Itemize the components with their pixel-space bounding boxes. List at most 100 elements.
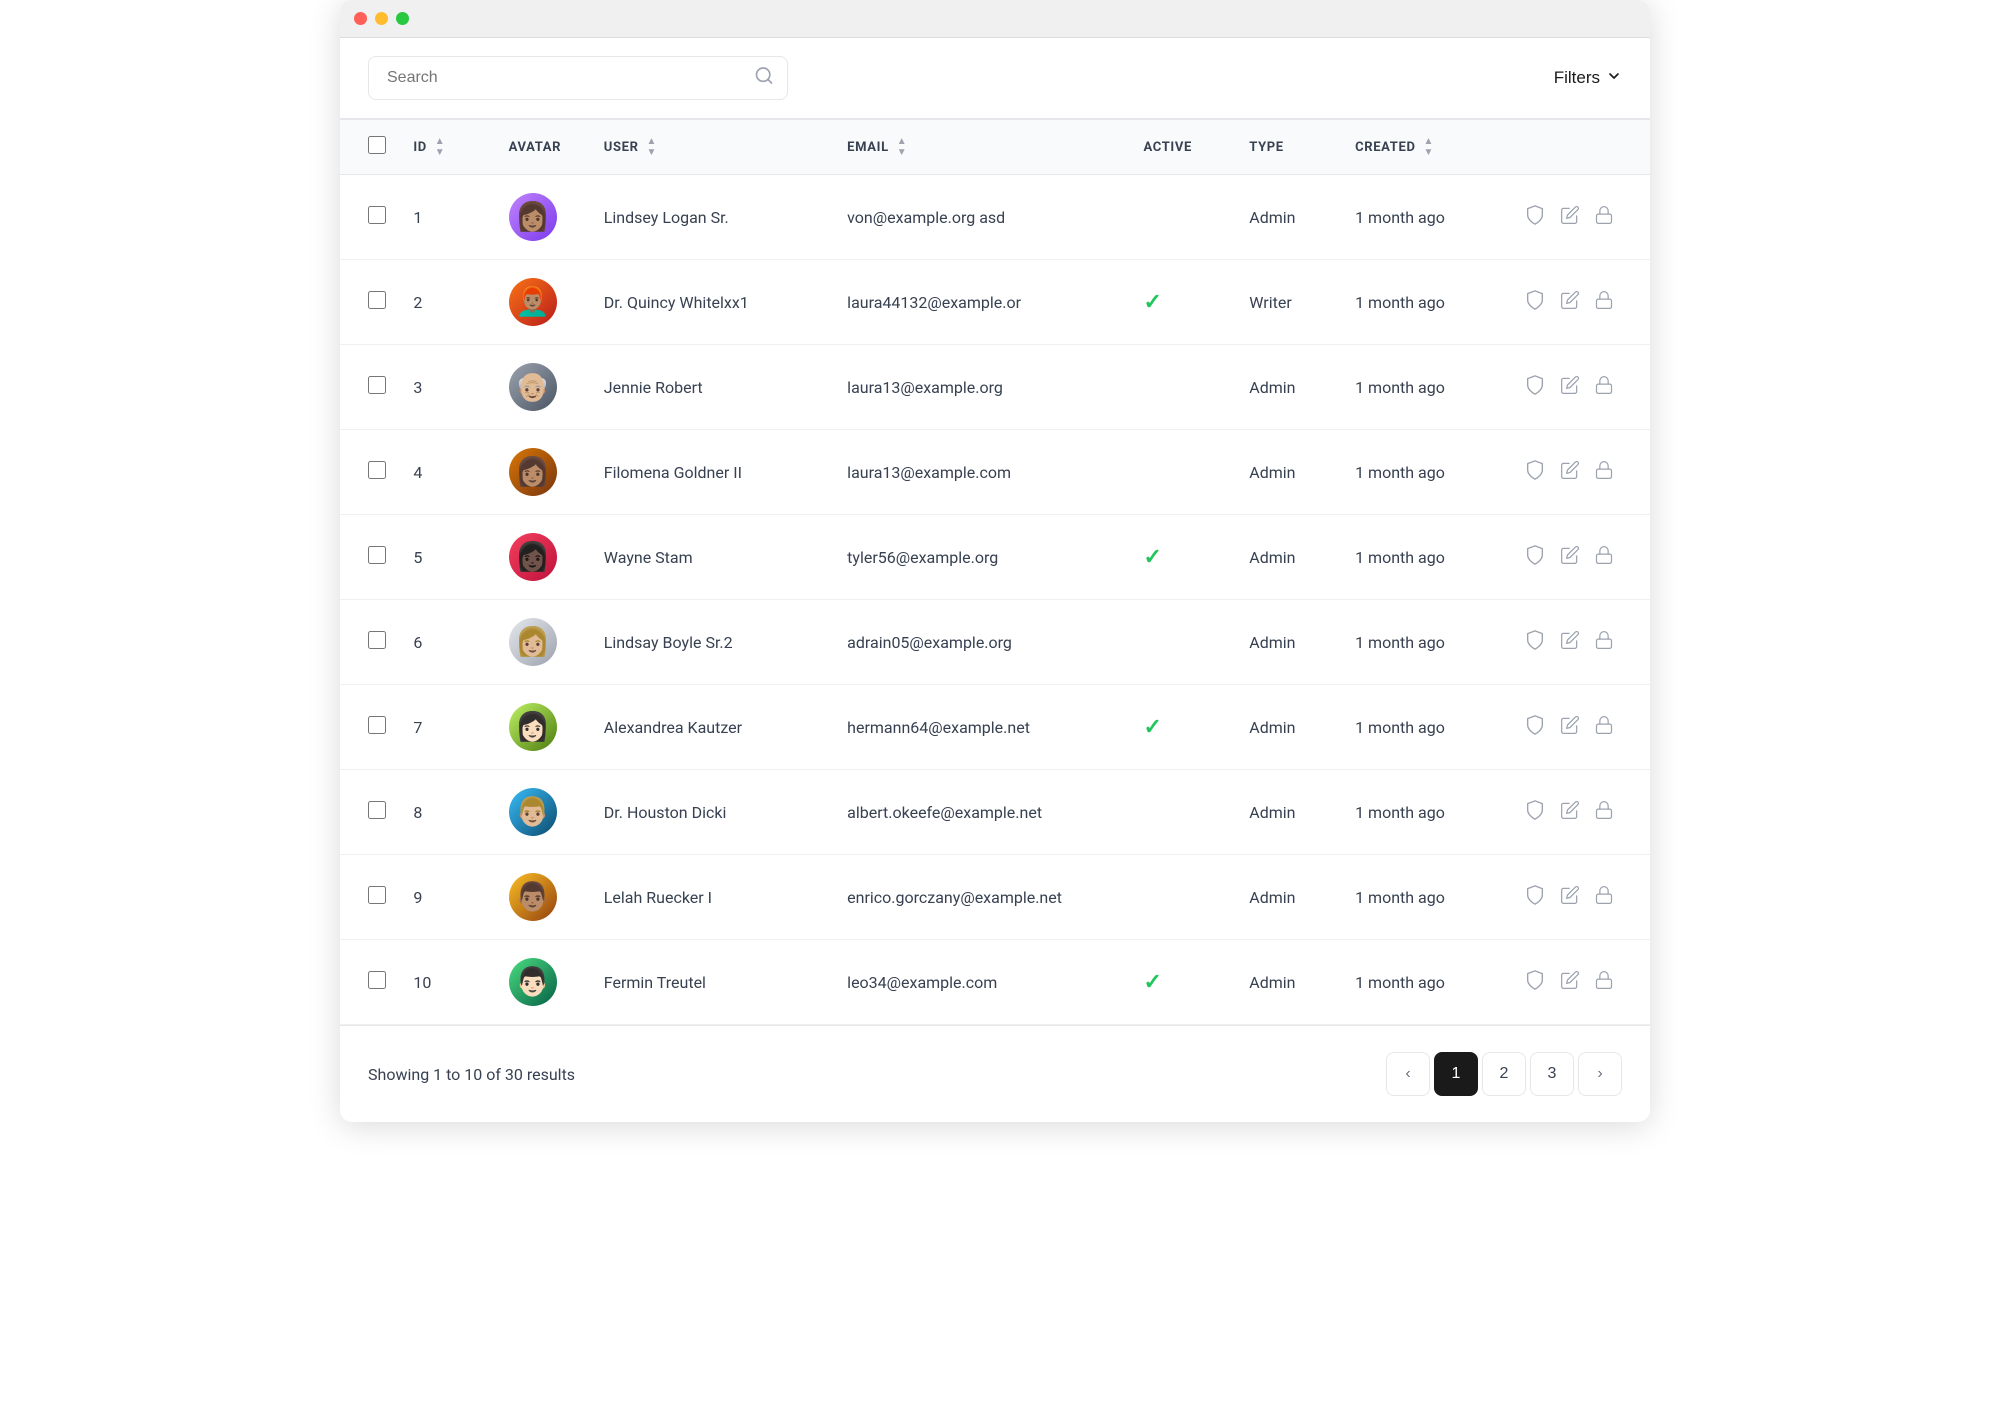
shield-icon[interactable] <box>1524 204 1546 231</box>
close-dot[interactable] <box>354 12 367 25</box>
row-checkbox-6[interactable] <box>368 631 386 649</box>
row-checkbox-cell <box>340 855 401 940</box>
shield-icon[interactable] <box>1524 289 1546 316</box>
avatar: 👩🏼 <box>509 618 557 666</box>
row-user: Fermin Treutel <box>592 940 835 1025</box>
row-actions <box>1512 770 1650 855</box>
main-window: Filters ID ▲▼ <box>340 0 1650 1122</box>
row-checkbox-cell <box>340 260 401 345</box>
lock-icon[interactable] <box>1594 715 1614 740</box>
shield-icon[interactable] <box>1524 629 1546 656</box>
row-created: 1 month ago <box>1343 770 1512 855</box>
avatar: 👴🏼 <box>509 363 557 411</box>
row-avatar-cell: 👨🏼 <box>497 770 592 855</box>
select-all-checkbox[interactable] <box>368 136 386 154</box>
users-table: ID ▲▼ AVATAR USER ▲▼ EMAIL <box>340 119 1650 1025</box>
row-type: Admin <box>1237 345 1343 430</box>
row-avatar-cell: 👩🏽 <box>497 175 592 260</box>
row-checkbox-4[interactable] <box>368 461 386 479</box>
row-id: 7 <box>401 685 496 770</box>
avatar: 👨🏽 <box>509 873 557 921</box>
edit-icon[interactable] <box>1560 630 1580 655</box>
lock-icon[interactable] <box>1594 205 1614 230</box>
row-created: 1 month ago <box>1343 175 1512 260</box>
maximize-dot[interactable] <box>396 12 409 25</box>
lock-icon[interactable] <box>1594 375 1614 400</box>
shield-icon[interactable] <box>1524 714 1546 741</box>
row-checkbox-cell <box>340 515 401 600</box>
shield-icon[interactable] <box>1524 459 1546 486</box>
row-checkbox-cell <box>340 685 401 770</box>
lock-icon[interactable] <box>1594 970 1614 995</box>
row-user: Dr. Quincy Whitelxx1 <box>592 260 835 345</box>
row-checkbox-2[interactable] <box>368 291 386 309</box>
row-created: 1 month ago <box>1343 430 1512 515</box>
lock-icon[interactable] <box>1594 630 1614 655</box>
minimize-dot[interactable] <box>375 12 388 25</box>
shield-icon[interactable] <box>1524 544 1546 571</box>
lock-icon[interactable] <box>1594 885 1614 910</box>
row-active: ✓ <box>1131 940 1237 1025</box>
edit-icon[interactable] <box>1560 460 1580 485</box>
avatar: 👩🏽 <box>509 448 557 496</box>
row-actions <box>1512 430 1650 515</box>
row-active <box>1131 430 1237 515</box>
title-bar <box>340 0 1650 38</box>
header-id[interactable]: ID ▲▼ <box>401 120 496 175</box>
row-user: Filomena Goldner II <box>592 430 835 515</box>
row-checkbox-5[interactable] <box>368 546 386 564</box>
pagination-page-1[interactable]: 1 <box>1434 1052 1478 1096</box>
header-type: TYPE <box>1237 120 1343 175</box>
edit-icon[interactable] <box>1560 545 1580 570</box>
row-type: Admin <box>1237 855 1343 940</box>
pagination-next[interactable]: › <box>1578 1052 1622 1096</box>
shield-icon[interactable] <box>1524 969 1546 996</box>
row-user: Lindsey Logan Sr. <box>592 175 835 260</box>
row-user: Wayne Stam <box>592 515 835 600</box>
row-actions <box>1512 175 1650 260</box>
row-id: 4 <box>401 430 496 515</box>
lock-icon[interactable] <box>1594 460 1614 485</box>
pagination: ‹ 1 2 3 › <box>1386 1052 1622 1096</box>
pagination-page-3[interactable]: 3 <box>1530 1052 1574 1096</box>
edit-icon[interactable] <box>1560 715 1580 740</box>
edit-icon[interactable] <box>1560 885 1580 910</box>
row-actions <box>1512 600 1650 685</box>
row-checkbox-3[interactable] <box>368 376 386 394</box>
row-checkbox-8[interactable] <box>368 801 386 819</box>
table-row: 7 👩🏻 Alexandrea Kautzer hermann64@exampl… <box>340 685 1650 770</box>
row-active <box>1131 175 1237 260</box>
row-active: ✓ <box>1131 685 1237 770</box>
pagination-page-2[interactable]: 2 <box>1482 1052 1526 1096</box>
lock-icon[interactable] <box>1594 800 1614 825</box>
row-checkbox-10[interactable] <box>368 971 386 989</box>
header-created[interactable]: CREATED ▲▼ <box>1343 120 1512 175</box>
header-user[interactable]: USER ▲▼ <box>592 120 835 175</box>
shield-icon[interactable] <box>1524 799 1546 826</box>
shield-icon[interactable] <box>1524 374 1546 401</box>
row-actions <box>1512 345 1650 430</box>
search-input[interactable] <box>368 56 788 100</box>
edit-icon[interactable] <box>1560 375 1580 400</box>
row-checkbox-7[interactable] <box>368 716 386 734</box>
edit-icon[interactable] <box>1560 290 1580 315</box>
row-avatar-cell: 👨🏽‍🦰 <box>497 260 592 345</box>
header-email[interactable]: EMAIL ▲▼ <box>835 120 1131 175</box>
row-active <box>1131 600 1237 685</box>
edit-icon[interactable] <box>1560 205 1580 230</box>
edit-icon[interactable] <box>1560 800 1580 825</box>
user-sort-arrows: ▲▼ <box>647 137 658 158</box>
row-id: 1 <box>401 175 496 260</box>
table-row: 9 👨🏽 Lelah Ruecker I enrico.gorczany@exa… <box>340 855 1650 940</box>
row-avatar-cell: 👩🏽 <box>497 430 592 515</box>
pagination-prev[interactable]: ‹ <box>1386 1052 1430 1096</box>
lock-icon[interactable] <box>1594 290 1614 315</box>
row-checkbox-1[interactable] <box>368 206 386 224</box>
table-row: 5 👩🏿 Wayne Stam tyler56@example.org ✓ Ad… <box>340 515 1650 600</box>
row-checkbox-9[interactable] <box>368 886 386 904</box>
lock-icon[interactable] <box>1594 545 1614 570</box>
table-row: 1 👩🏽 Lindsey Logan Sr. von@example.org a… <box>340 175 1650 260</box>
edit-icon[interactable] <box>1560 970 1580 995</box>
shield-icon[interactable] <box>1524 884 1546 911</box>
filters-button[interactable]: Filters <box>1554 68 1622 89</box>
